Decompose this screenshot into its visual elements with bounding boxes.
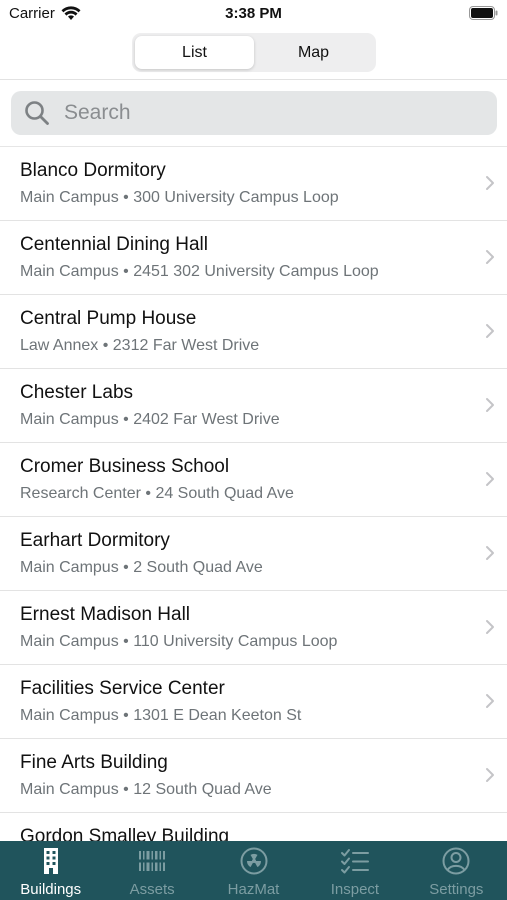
tab-label: Assets: [129, 881, 175, 898]
building-detail: Main Campus • 2451 302 University Campus…: [20, 263, 379, 280]
header-divider: [0, 79, 507, 80]
tab-label: Settings: [429, 881, 484, 898]
building-detail: Law Annex • 2312 Far West Drive: [20, 337, 260, 354]
view-mode-segmented-control: List Map: [132, 33, 376, 72]
building-row[interactable]: Facilities Service Center Main Campus • …: [0, 665, 507, 739]
building-row[interactable]: Earhart Dormitory Main Campus • 2 South …: [0, 517, 507, 591]
building-name: Gordon Smalley Building: [20, 826, 230, 841]
chevron-right-icon: [486, 472, 494, 486]
building-row[interactable]: Fine Arts Building Main Campus • 12 Sout…: [0, 739, 507, 813]
building-detail: Main Campus • 2 South Quad Ave: [20, 559, 263, 576]
tab-settings[interactable]: Settings: [406, 841, 507, 900]
status-bar: Carrier 3:38 PM: [0, 0, 507, 28]
building-row[interactable]: Ernest Madison Hall Main Campus • 110 Un…: [0, 591, 507, 665]
building-detail: Main Campus • 1301 E Dean Keeton St: [20, 707, 302, 724]
building-row[interactable]: Chester Labs Main Campus • 2402 Far West…: [0, 369, 507, 443]
checklist-icon: [340, 849, 369, 874]
search-icon: [25, 101, 49, 125]
building-row[interactable]: Centennial Dining Hall Main Campus • 245…: [0, 221, 507, 295]
clock: 3:38 PM: [225, 5, 282, 22]
tab-assets[interactable]: Assets: [101, 841, 202, 900]
building-name: Blanco Dormitory: [20, 160, 166, 181]
building-icon: [43, 848, 58, 874]
chevron-right-icon: [486, 176, 494, 190]
search-field[interactable]: Search: [11, 91, 497, 135]
barcode-icon: [138, 851, 167, 871]
building-name: Fine Arts Building: [20, 752, 168, 773]
building-detail: Main Campus • 2402 Far West Drive: [20, 411, 280, 428]
building-name: Chester Labs: [20, 382, 134, 403]
building-row[interactable]: Central Pump House Law Annex • 2312 Far …: [0, 295, 507, 369]
segment-list[interactable]: List: [135, 36, 254, 69]
tab-label: Buildings: [20, 881, 82, 898]
building-name: Cromer Business School: [20, 456, 230, 477]
tab-inspect[interactable]: Inspect: [304, 841, 405, 900]
chevron-right-icon: [486, 694, 494, 708]
building-row[interactable]: Cromer Business School Research Center •…: [0, 443, 507, 517]
radiation-icon: [240, 847, 268, 875]
building-name: Earhart Dormitory: [20, 530, 170, 551]
chevron-right-icon: [486, 324, 494, 338]
chevron-right-icon: [486, 398, 494, 412]
building-detail: Main Campus • 110 University Campus Loop: [20, 633, 338, 650]
chevron-right-icon: [486, 768, 494, 782]
chevron-right-icon: [486, 546, 494, 560]
building-row[interactable]: Gordon Smalley Building: [0, 813, 507, 841]
building-detail: Main Campus • 300 University Campus Loop: [20, 189, 339, 206]
chevron-right-icon: [486, 250, 494, 264]
building-name: Centennial Dining Hall: [20, 234, 208, 255]
building-detail: Research Center • 24 South Quad Ave: [20, 485, 294, 502]
building-row[interactable]: Blanco Dormitory Main Campus • 300 Unive…: [0, 147, 507, 221]
building-detail: Main Campus • 12 South Quad Ave: [20, 781, 272, 798]
tab-label: Inspect: [330, 881, 380, 898]
tab-hazmat[interactable]: HazMat: [203, 841, 304, 900]
building-name: Ernest Madison Hall: [20, 604, 191, 625]
tab-bar: Buildings Assets HazMat Inspect Settings: [0, 841, 507, 900]
chevron-right-icon: [486, 620, 494, 634]
tab-buildings[interactable]: Buildings: [0, 841, 101, 900]
building-list: Blanco Dormitory Main Campus • 300 Unive…: [0, 147, 507, 841]
tab-label: HazMat: [227, 881, 280, 898]
segment-map[interactable]: Map: [254, 36, 373, 69]
battery-icon: [469, 6, 498, 20]
building-name: Central Pump House: [20, 308, 197, 329]
search-placeholder: Search: [64, 101, 131, 124]
building-name: Facilities Service Center: [20, 678, 225, 699]
person-circle-icon: [442, 847, 470, 875]
